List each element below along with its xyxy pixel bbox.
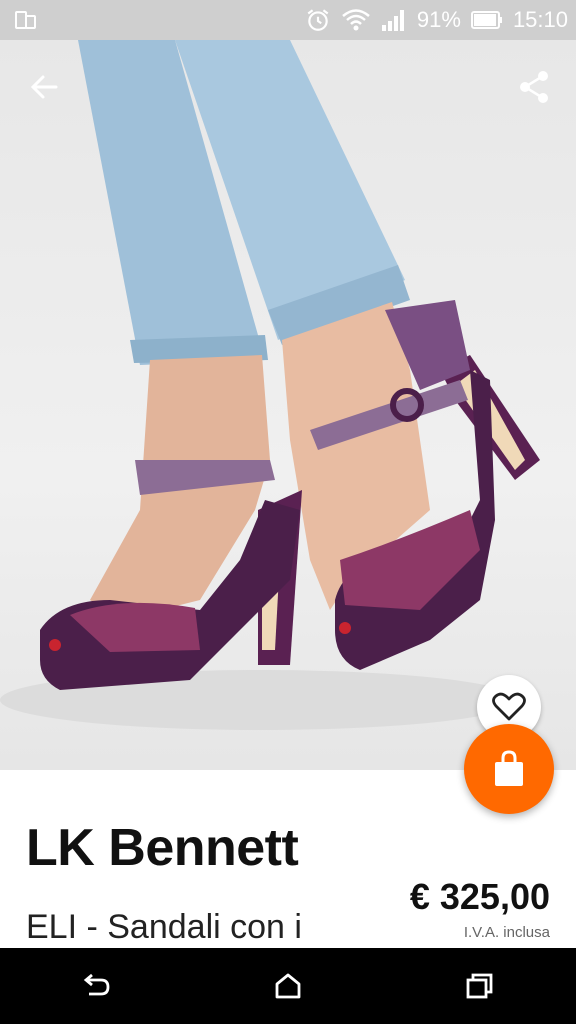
recents-icon: [466, 973, 493, 999]
product-photo: [0, 40, 540, 730]
vat-note: I.V.A. inclusa: [463, 924, 550, 941]
product-name: ELI - Sandali con i: [26, 908, 302, 946]
back-button[interactable]: [22, 64, 68, 110]
status-bar: 91% 15:10: [0, 0, 576, 40]
price: € 325,00: [409, 876, 550, 917]
wifi-icon: [342, 9, 370, 31]
alarm-icon: [307, 9, 329, 31]
navigation-bar: [0, 948, 576, 1024]
nav-recents-button[interactable]: [450, 956, 510, 1016]
nav-home-button[interactable]: [258, 956, 318, 1016]
add-to-cart-button[interactable]: [464, 724, 554, 814]
signal-icon: [381, 10, 404, 31]
battery-icon: [470, 11, 502, 29]
nav-back-button[interactable]: [66, 956, 126, 1016]
screen-rotation-icon: [15, 11, 36, 29]
share-button[interactable]: [512, 64, 558, 110]
product-image[interactable]: [0, 40, 576, 770]
clock: 15:10: [512, 7, 568, 32]
battery-percent: 91%: [416, 7, 461, 32]
home-icon: [275, 973, 301, 999]
brand-name: LK Bennett: [26, 819, 299, 877]
back-icon: [83, 973, 110, 996]
heart-outline-icon: [492, 692, 526, 721]
shopping-bag-icon: [495, 750, 523, 786]
